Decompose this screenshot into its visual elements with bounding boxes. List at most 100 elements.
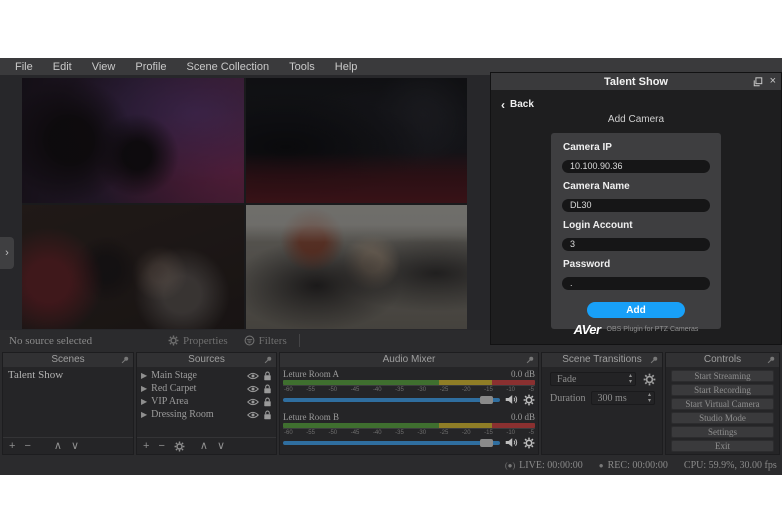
add-source-button[interactable]: +: [143, 439, 149, 454]
preview-dim-overlay: [22, 78, 467, 329]
sources-panel: Sources ▶ Main Stage ▶ Red Carpet: [136, 352, 277, 455]
lock-icon[interactable]: [263, 397, 272, 407]
back-chevron-icon: ‹: [501, 100, 505, 110]
menu-view[interactable]: View: [83, 61, 125, 73]
menu-edit[interactable]: Edit: [44, 61, 81, 73]
channel-gear-icon[interactable]: [523, 437, 535, 449]
source-row-vip-area[interactable]: ▶ VIP Area: [137, 395, 276, 408]
channel-level: 0.0 dB: [511, 412, 535, 422]
mixer-channel-c: Leture Room C 0.0 dB: [280, 453, 538, 454]
lock-icon[interactable]: [263, 371, 272, 381]
filters-button[interactable]: Filters: [236, 335, 295, 347]
start-streaming-button[interactable]: Start Streaming: [671, 370, 774, 382]
duration-label: Duration: [550, 393, 586, 404]
volume-slider[interactable]: [283, 398, 500, 402]
back-button[interactable]: ‹ Back: [501, 99, 551, 110]
scene-transitions-header: Scene Transitions: [542, 353, 662, 367]
menu-scene-collection[interactable]: Scene Collection: [178, 61, 279, 73]
filter-icon: [244, 335, 255, 346]
status-bar: (●) LIVE: 00:00:00 ● REC: 00:00:00 CPU: …: [0, 455, 782, 475]
lock-icon[interactable]: [263, 410, 272, 420]
source-down-button[interactable]: ∨: [217, 439, 225, 454]
volume-slider-handle[interactable]: [480, 439, 493, 447]
controls-panel: Controls Start Streaming Start Recording…: [665, 352, 780, 455]
aver-logo: AVer: [574, 322, 601, 337]
password-input[interactable]: [562, 277, 710, 290]
lock-icon[interactable]: [263, 384, 272, 394]
spin-carets-icon[interactable]: ▴▾: [648, 392, 651, 404]
live-signal-icon: (●): [505, 461, 515, 470]
channel-gear-icon[interactable]: [523, 394, 535, 406]
volume-slider[interactable]: [283, 441, 500, 445]
rec-status: ● REC: 00:00:00: [599, 460, 668, 471]
remove-scene-button[interactable]: −: [24, 439, 30, 454]
sources-header: Sources: [137, 353, 276, 367]
scene-down-button[interactable]: ∨: [71, 439, 79, 454]
menu-help[interactable]: Help: [326, 61, 367, 73]
plugin-tagline: OBS Plugin for PTZ Cameras: [607, 326, 699, 333]
menu-profile[interactable]: Profile: [126, 61, 175, 73]
menu-file[interactable]: File: [6, 61, 42, 73]
pin-icon[interactable]: [649, 355, 659, 365]
speaker-icon[interactable]: [505, 437, 518, 448]
cpu-status: CPU: 59.9%, 30.00 fps: [684, 460, 777, 471]
visibility-eye-icon[interactable]: [247, 398, 259, 406]
dock-title-bar[interactable]: Talent Show ×: [491, 73, 781, 90]
visibility-eye-icon[interactable]: [247, 411, 259, 419]
studio-mode-button[interactable]: Studio Mode: [671, 412, 774, 424]
toolbar-separator: [299, 334, 300, 347]
media-source-icon: ▶: [141, 410, 147, 419]
add-scene-button[interactable]: +: [9, 439, 15, 454]
speaker-icon[interactable]: [505, 394, 518, 405]
duration-spinbox[interactable]: 300 ms ▴▾: [591, 391, 655, 405]
multiview-grid: [22, 78, 467, 329]
visibility-eye-icon[interactable]: [247, 372, 259, 380]
source-properties-gear-icon[interactable]: [174, 441, 185, 452]
camera-name-input[interactable]: [562, 199, 710, 212]
properties-button[interactable]: Properties: [160, 335, 236, 347]
select-carets-icon: ▴▾: [629, 373, 632, 385]
add-camera-heading: Add Camera: [491, 114, 781, 125]
dock-title: Talent Show: [491, 76, 781, 88]
exit-button[interactable]: Exit: [671, 440, 774, 452]
scenes-header: Scenes: [3, 353, 133, 367]
media-source-icon: ▶: [141, 397, 147, 406]
volume-slider-handle[interactable]: [480, 396, 493, 404]
camera-ip-label: Camera IP: [563, 142, 709, 153]
channel-level: 0.0 dB: [511, 369, 535, 379]
pin-icon[interactable]: [120, 355, 130, 365]
start-virtual-camera-button[interactable]: Start Virtual Camera: [671, 398, 774, 410]
camera-name-label: Camera Name: [563, 181, 709, 192]
login-account-input[interactable]: [562, 238, 710, 251]
left-panel-expander-button[interactable]: ›: [0, 237, 14, 269]
transition-select[interactable]: Fade ▴▾: [550, 372, 636, 386]
pin-icon[interactable]: [525, 355, 535, 365]
live-status: (●) LIVE: 00:00:00: [505, 460, 583, 471]
menu-tools[interactable]: Tools: [280, 61, 324, 73]
source-row-red-carpet[interactable]: ▶ Red Carpet: [137, 382, 276, 395]
sources-toolbar: + − ∧ ∨: [137, 437, 276, 454]
source-toolbar: No source selected Properties Filters: [0, 330, 490, 351]
source-row-main-stage[interactable]: ▶ Main Stage: [137, 369, 276, 382]
scene-item-talent-show[interactable]: Talent Show: [3, 367, 133, 383]
gear-icon: [168, 335, 179, 346]
float-dock-icon[interactable]: [753, 77, 763, 87]
settings-button[interactable]: Settings: [671, 426, 774, 438]
start-recording-button[interactable]: Start Recording: [671, 384, 774, 396]
scene-up-button[interactable]: ∧: [54, 439, 62, 454]
source-row-dressing-room[interactable]: ▶ Dressing Room: [137, 408, 276, 421]
source-up-button[interactable]: ∧: [200, 439, 208, 454]
camera-ip-input[interactable]: [562, 160, 710, 173]
scenes-toolbar: + − ∧ ∨: [3, 437, 133, 454]
add-camera-button[interactable]: Add: [587, 302, 685, 318]
pin-icon[interactable]: [263, 355, 273, 365]
close-dock-icon[interactable]: ×: [770, 76, 776, 87]
channel-name: Leture Room B: [283, 412, 339, 422]
remove-source-button[interactable]: −: [158, 439, 164, 454]
transition-gear-icon[interactable]: [643, 373, 656, 386]
scenes-panel: Scenes Talent Show + − ∧ ∨: [2, 352, 134, 455]
talent-show-dock: Talent Show × ‹ Back Add Camera Camera I…: [490, 72, 782, 345]
visibility-eye-icon[interactable]: [247, 385, 259, 393]
pin-icon[interactable]: [766, 355, 776, 365]
scene-transitions-panel: Scene Transitions Fade ▴▾ Duration: [541, 352, 663, 455]
